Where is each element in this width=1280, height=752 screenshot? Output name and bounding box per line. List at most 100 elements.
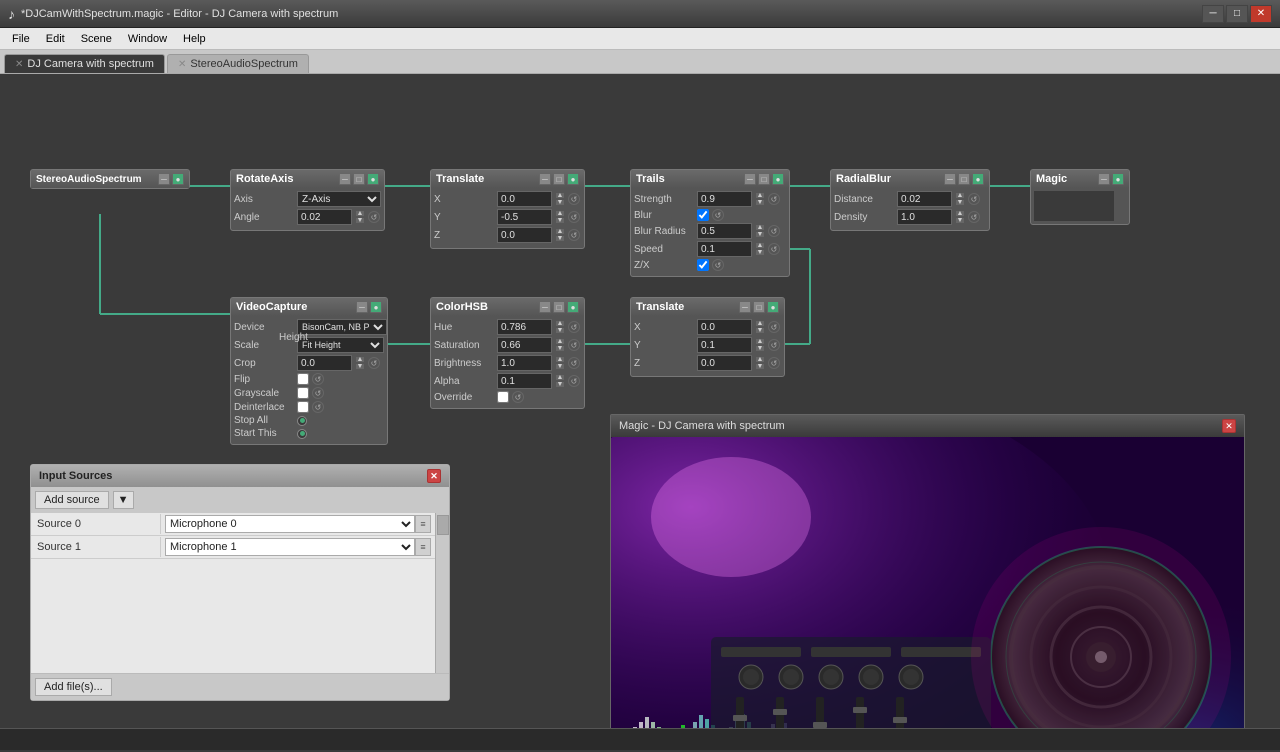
rbd-down[interactable]: ▼ (955, 199, 965, 206)
source-0-select[interactable]: Microphone 0 Microphone 1 (165, 515, 415, 533)
chsb-sat-input[interactable] (497, 337, 552, 353)
chsb-hue-reset[interactable]: ↺ (568, 321, 580, 333)
chsb-hue-input[interactable] (497, 319, 552, 335)
tab-dj-camera[interactable]: ✕ DJ Camera with spectrum (4, 54, 165, 73)
angle-input[interactable] (297, 209, 352, 225)
angle-spin-up[interactable]: ▲ (355, 210, 365, 217)
vc-stopall-radio[interactable] (297, 416, 307, 426)
minimize-button[interactable]: ─ (1202, 5, 1224, 23)
tab-close-icon[interactable]: ✕ (15, 59, 23, 70)
node-rotateaxis-minus[interactable]: ─ (339, 173, 351, 185)
t2-x-down[interactable]: ▼ (755, 327, 765, 334)
close-button[interactable]: ✕ (1250, 5, 1272, 23)
vc-crop-reset[interactable]: ↺ (368, 357, 380, 369)
node-stereoaudio-green[interactable]: ● (172, 173, 184, 185)
add-source-dropdown-button[interactable]: ▼ (113, 491, 134, 509)
chsb-alpha-down[interactable]: ▼ (555, 381, 565, 388)
trails-blur-checkbox[interactable] (697, 209, 709, 221)
ts-up[interactable]: ▲ (755, 192, 765, 199)
vc-crop-up[interactable]: ▲ (355, 356, 365, 363)
tsp-down[interactable]: ▼ (755, 249, 765, 256)
node-chsb-square[interactable]: □ (553, 301, 565, 313)
t2-x-input[interactable] (697, 319, 752, 335)
chsb-sat-reset[interactable]: ↺ (568, 339, 580, 351)
source-list-scrollbar[interactable] (435, 513, 449, 673)
node-trails-square[interactable]: □ (758, 173, 770, 185)
t2-z-input[interactable] (697, 355, 752, 371)
trails-strength-input[interactable] (697, 191, 752, 207)
node-vc-minus[interactable]: ─ (356, 301, 368, 313)
menu-scene[interactable]: Scene (73, 31, 120, 47)
t2-z-down[interactable]: ▼ (755, 363, 765, 370)
t1-z-input[interactable] (497, 227, 552, 243)
rbn-reset[interactable]: ↺ (968, 211, 980, 223)
source-1-menu-button[interactable]: ≡ (415, 538, 431, 556)
t1-y-spin-up[interactable]: ▲ (555, 210, 565, 217)
chsb-bright-input[interactable] (497, 355, 552, 371)
chsb-hue-down[interactable]: ▼ (555, 327, 565, 334)
vc-scale-select[interactable]: Fit Height (297, 337, 384, 353)
vc-flip-checkbox[interactable] (297, 373, 309, 385)
vc-crop-down[interactable]: ▼ (355, 363, 365, 370)
node-t1-green[interactable]: ● (567, 173, 579, 185)
t1-x-spin-up[interactable]: ▲ (555, 192, 565, 199)
node-chsb-minus[interactable]: ─ (539, 301, 551, 313)
t2-x-up[interactable]: ▲ (755, 320, 765, 327)
rbn-up[interactable]: ▲ (955, 210, 965, 217)
chsb-override-checkbox[interactable] (497, 391, 509, 403)
node-magic-minus[interactable]: ─ (1098, 173, 1110, 185)
t2-y-input[interactable] (697, 337, 752, 353)
node-t2-green[interactable]: ● (767, 301, 779, 313)
ts-reset[interactable]: ↺ (768, 193, 780, 205)
chsb-alpha-up[interactable]: ▲ (555, 374, 565, 381)
tab-stereo-audio[interactable]: ✕ StereoAudioSpectrum (167, 54, 309, 73)
magic-window-close-button[interactable]: ✕ (1222, 419, 1236, 433)
t1-y-reset[interactable]: ↺ (568, 211, 580, 223)
rbd-reset[interactable]: ↺ (968, 193, 980, 205)
chsb-bright-reset[interactable]: ↺ (568, 357, 580, 369)
menu-edit[interactable]: Edit (38, 31, 73, 47)
node-vc-green[interactable]: ● (370, 301, 382, 313)
chsb-hue-up[interactable]: ▲ (555, 320, 565, 327)
rbd-up[interactable]: ▲ (955, 192, 965, 199)
input-sources-close-button[interactable]: ✕ (427, 469, 441, 483)
vc-deint-checkbox[interactable] (297, 401, 309, 413)
t1-z-spin-up[interactable]: ▲ (555, 228, 565, 235)
t1-x-spin-down[interactable]: ▼ (555, 199, 565, 206)
tsp-up[interactable]: ▲ (755, 242, 765, 249)
tbr-up[interactable]: ▲ (755, 224, 765, 231)
chsb-sat-up[interactable]: ▲ (555, 338, 565, 345)
t1-z-reset[interactable]: ↺ (568, 229, 580, 241)
menu-help[interactable]: Help (175, 31, 214, 47)
chsb-sat-down[interactable]: ▼ (555, 345, 565, 352)
angle-reset[interactable]: ↺ (368, 211, 380, 223)
maximize-button[interactable]: □ (1226, 5, 1248, 23)
t2-z-reset[interactable]: ↺ (768, 357, 780, 369)
node-t1-minus[interactable]: ─ (539, 173, 551, 185)
vc-crop-input[interactable] (297, 355, 352, 371)
rbn-down[interactable]: ▼ (955, 217, 965, 224)
menu-file[interactable]: File (4, 31, 38, 47)
node-rb-minus[interactable]: ─ (944, 173, 956, 185)
node-trails-minus[interactable]: ─ (744, 173, 756, 185)
vc-gray-reset[interactable]: ↺ (312, 387, 324, 399)
source-1-select[interactable]: Microphone 1 Microphone 0 (165, 538, 415, 556)
node-t2-minus[interactable]: ─ (739, 301, 751, 313)
t1-x-input[interactable] (497, 191, 552, 207)
node-rb-square[interactable]: □ (958, 173, 970, 185)
trails-speed-input[interactable] (697, 241, 752, 257)
vc-flip-reset[interactable]: ↺ (312, 373, 324, 385)
rb-density-input[interactable] (897, 209, 952, 225)
menu-window[interactable]: Window (120, 31, 175, 47)
vc-deint-reset[interactable]: ↺ (312, 401, 324, 413)
t2-z-up[interactable]: ▲ (755, 356, 765, 363)
t2-x-reset[interactable]: ↺ (768, 321, 780, 333)
t1-x-reset[interactable]: ↺ (568, 193, 580, 205)
add-source-button[interactable]: Add source (35, 491, 109, 509)
node-trails-green[interactable]: ● (772, 173, 784, 185)
tzx-reset[interactable]: ↺ (712, 259, 724, 271)
trails-blurrad-input[interactable] (697, 223, 752, 239)
chsb-bright-down[interactable]: ▼ (555, 363, 565, 370)
tb-reset[interactable]: ↺ (712, 209, 724, 221)
vc-device-select[interactable]: BisonCam, NB Pro (297, 319, 387, 335)
